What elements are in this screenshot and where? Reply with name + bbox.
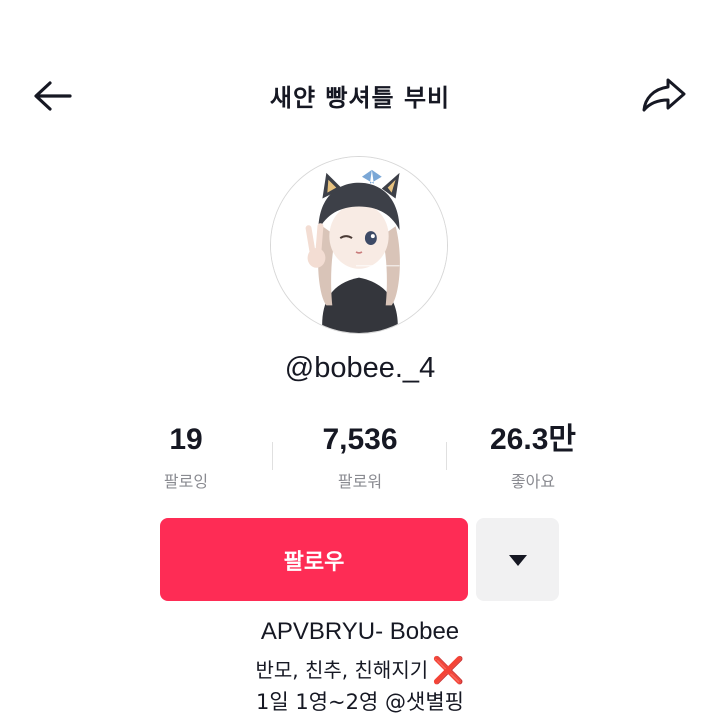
stat-likes[interactable]: 26.3만 좋아요 — [433, 420, 633, 492]
stat-following[interactable]: 19 팔로잉 — [86, 420, 286, 492]
cross-mark-icon: ❌ — [432, 656, 465, 686]
bio-line-2: 1일 1영~2영 @샛별핑 — [256, 690, 464, 714]
bio-name: APVBRYU- Bobee — [260, 618, 460, 645]
likes-label: 좋아요 — [510, 472, 556, 491]
likes-count: 26.3만 — [490, 423, 576, 456]
more-options-button[interactable] — [476, 518, 559, 601]
following-count: 19 — [169, 423, 203, 456]
avatar-image — [271, 157, 447, 333]
following-label: 팔로잉 — [163, 472, 209, 491]
username: @bobee._4 — [284, 352, 436, 384]
share-arrow-icon[interactable] — [636, 72, 692, 116]
followers-label: 팔로워 — [337, 472, 383, 491]
header: 새얀 빵셔틀 부비 — [0, 60, 720, 130]
caret-down-icon — [508, 554, 527, 566]
follow-button[interactable]: 팔로우 — [160, 518, 468, 601]
bio-line-1: 반모, 친추, 친해지기 ❌ — [0, 654, 720, 686]
followers-count: 7,536 — [322, 423, 398, 456]
stat-followers[interactable]: 7,536 팔로워 — [260, 420, 460, 492]
avatar[interactable] — [270, 156, 448, 334]
page-title: 새얀 빵셔틀 부비 — [269, 84, 451, 112]
bio-line-1-text: 반모, 친추, 친해지기 — [255, 658, 429, 682]
stats-row: 19 팔로잉 7,536 팔로워 26.3만 좋아요 — [0, 420, 720, 500]
